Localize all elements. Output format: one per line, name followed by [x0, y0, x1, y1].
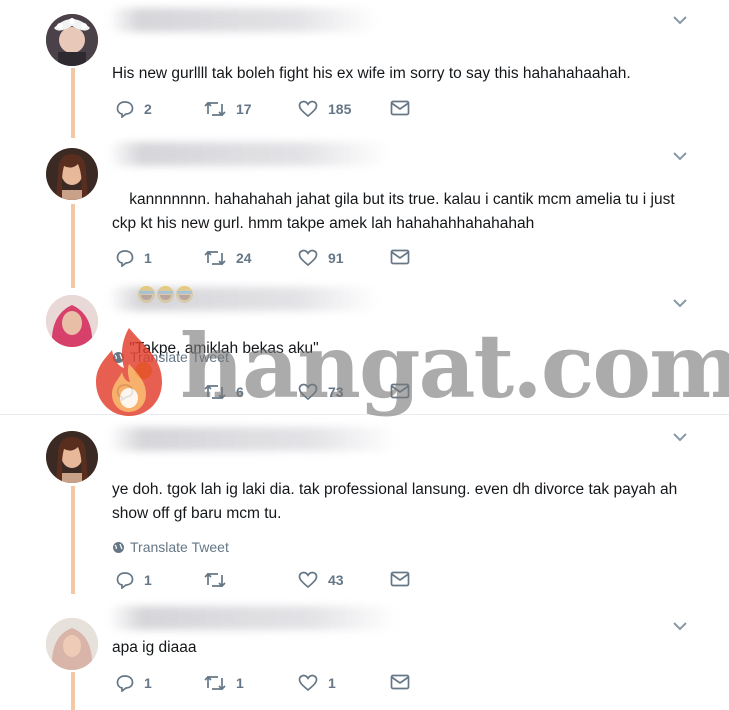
retweet-button[interactable]: 17: [204, 100, 252, 118]
retweet-icon: [204, 572, 226, 588]
tweet-text-body: kannnnnnn. hahahahah jahat gila but its …: [112, 191, 679, 232]
chevron-down-icon[interactable]: [672, 14, 688, 26]
envelope-icon: [390, 571, 410, 587]
blurred-username: [108, 287, 378, 311]
reply-count: 1: [144, 250, 152, 266]
heart-icon: [298, 571, 318, 589]
translate-tweet-label: Translate Tweet: [130, 349, 229, 365]
reply-icon: [116, 384, 134, 401]
retweet-button[interactable]: 6: [204, 383, 244, 401]
chevron-down-icon[interactable]: [672, 431, 688, 443]
avatar[interactable]: [46, 148, 98, 200]
reply-icon: [116, 572, 134, 589]
envelope-icon: [390, 249, 410, 265]
blurred-username: [108, 606, 398, 630]
reply-icon: [116, 675, 134, 692]
retweet-count: 1: [236, 675, 244, 691]
message-button[interactable]: [390, 249, 410, 265]
reply-count: 1: [144, 572, 152, 588]
reply-button[interactable]: 1: [116, 249, 152, 267]
reply-button[interactable]: [116, 383, 144, 401]
translate-tweet-label: Translate Tweet: [130, 539, 229, 555]
retweet-icon: [204, 101, 226, 117]
reply-button[interactable]: 1: [116, 571, 152, 589]
reply-count: 2: [144, 101, 152, 117]
like-count: 185: [328, 101, 352, 117]
like-button[interactable]: 73: [298, 383, 344, 401]
envelope-icon: [390, 383, 410, 399]
chevron-down-icon[interactable]: [672, 150, 688, 162]
message-button[interactable]: [390, 383, 410, 399]
message-button[interactable]: [390, 674, 410, 690]
tweet-2[interactable]: kannnnnnn. hahahahah jahat gila but its …: [0, 138, 729, 303]
heart-icon: [298, 249, 318, 267]
globe-icon: [113, 351, 124, 363]
like-button[interactable]: 1: [298, 674, 336, 692]
retweet-count: 6: [236, 384, 244, 400]
tweet-text: ye doh. tgok lah ig laki dia. tak profes…: [112, 481, 682, 522]
reply-count: 1: [144, 675, 152, 691]
retweet-count: 17: [236, 101, 252, 117]
heart-icon: [298, 100, 318, 118]
message-button[interactable]: [390, 571, 410, 587]
reply-icon: [116, 101, 134, 118]
message-button[interactable]: [390, 100, 410, 116]
tweet-text: His new gurllll tak boleh fight his ex w…: [112, 65, 631, 82]
tweet-1[interactable]: His new gurllll tak boleh fight his ex w…: [0, 0, 729, 135]
blurred-username: [108, 142, 388, 166]
retweet-icon: [204, 384, 226, 400]
tweet-3[interactable]: "Takpe, amiklah bekas aku" Translate Twe…: [0, 283, 729, 413]
like-button[interactable]: 91: [298, 249, 344, 267]
translate-tweet-link[interactable]: Translate Tweet: [112, 539, 229, 555]
retweet-icon: [204, 675, 226, 691]
blurred-username: [108, 8, 378, 32]
retweet-button[interactable]: [204, 571, 236, 589]
reply-icon: [116, 250, 134, 267]
like-count: 43: [328, 572, 344, 588]
reply-button[interactable]: 1: [116, 674, 152, 692]
heart-icon: [298, 383, 318, 401]
heart-icon: [298, 674, 318, 692]
globe-icon: [113, 541, 124, 553]
retweet-count: 24: [236, 250, 252, 266]
like-button[interactable]: 185: [298, 100, 351, 118]
avatar[interactable]: [46, 618, 98, 670]
like-count: 73: [328, 384, 344, 400]
envelope-icon: [390, 100, 410, 116]
avatar[interactable]: [46, 295, 98, 347]
avatar[interactable]: [46, 431, 98, 483]
like-button[interactable]: 43: [298, 571, 344, 589]
blurred-username: [108, 427, 398, 451]
chevron-down-icon[interactable]: [672, 297, 688, 309]
avatar[interactable]: [46, 14, 98, 66]
chevron-down-icon[interactable]: [672, 620, 688, 632]
like-count: 1: [328, 675, 336, 691]
translate-tweet-link[interactable]: Translate Tweet: [112, 349, 229, 365]
retweet-icon: [204, 250, 226, 266]
tweet-4[interactable]: ye doh. tgok lah ig laki dia. tak profes…: [0, 415, 729, 600]
envelope-icon: [390, 674, 410, 690]
tweet-text: apa ig diaaa: [112, 639, 197, 656]
like-count: 91: [328, 250, 344, 266]
retweet-button[interactable]: 24: [204, 249, 252, 267]
tweet-5[interactable]: apa ig diaaa 1 1 1: [0, 600, 729, 710]
reply-button[interactable]: 2: [116, 100, 152, 118]
retweet-button[interactable]: 1: [204, 674, 244, 692]
